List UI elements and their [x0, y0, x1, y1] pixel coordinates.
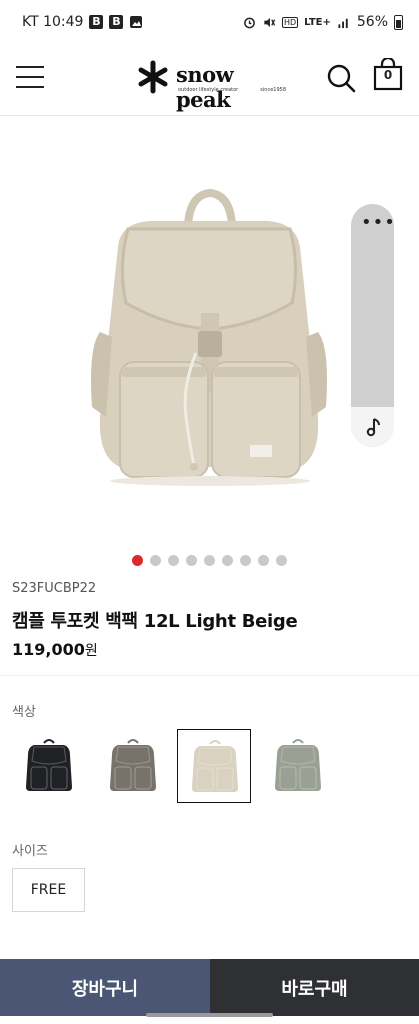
- more-dots-icon[interactable]: •••: [361, 214, 395, 232]
- pager-dot[interactable]: [132, 555, 143, 566]
- size-option-free[interactable]: FREE: [12, 868, 85, 912]
- pager-dot[interactable]: [168, 555, 179, 566]
- music-note-icon: [366, 418, 380, 437]
- brand-logo[interactable]: snow peak outdoor lifestyle creator sinc…: [136, 56, 286, 112]
- snowflake-logo-icon: [138, 60, 168, 94]
- hd-icon: HD: [281, 16, 299, 28]
- mute-icon: [264, 17, 276, 27]
- product-price: 119,000원: [12, 640, 98, 659]
- bottom-action-bar: 장바구니 바로구매: [0, 959, 419, 1016]
- pager-dot[interactable]: [276, 555, 287, 566]
- color-option-label: 색상: [12, 705, 36, 720]
- size-option-label: 사이즈: [12, 844, 48, 859]
- backpack-thumbnail: [275, 739, 321, 791]
- pager-dot[interactable]: [204, 555, 215, 566]
- battery-percent: 56%: [356, 14, 388, 30]
- backpack-thumbnail: [110, 739, 156, 791]
- network-type: LTE+: [304, 16, 331, 28]
- cart-button[interactable]: 0: [372, 56, 404, 92]
- pager-dot[interactable]: [186, 555, 197, 566]
- cart-count: 0: [383, 68, 393, 82]
- notification-b-icon: B: [89, 15, 104, 29]
- pager-dot[interactable]: [258, 555, 269, 566]
- status-bar: KT 10:49 B B HD LTE+ 56%: [0, 0, 419, 44]
- buy-now-button[interactable]: 바로구매: [210, 959, 419, 1016]
- alarm-icon: [244, 17, 255, 28]
- pager-dot[interactable]: [240, 555, 251, 566]
- backpack-thumbnail: [26, 739, 72, 791]
- color-swatch[interactable]: [96, 729, 170, 803]
- color-swatch[interactable]: [12, 729, 86, 803]
- backpack-thumbnail: [192, 740, 238, 792]
- notification-b-icon: B: [109, 15, 124, 29]
- signal-icon: [338, 18, 348, 28]
- floating-widget[interactable]: •••: [351, 204, 395, 447]
- divider: [0, 675, 419, 676]
- color-swatch[interactable]: [261, 729, 335, 803]
- pager-dot[interactable]: [150, 555, 161, 566]
- home-indicator[interactable]: [146, 1013, 273, 1017]
- brand-tagline: outdoor lifestyle creator since1958: [178, 87, 286, 93]
- battery-icon: [394, 14, 403, 30]
- menu-button[interactable]: [16, 66, 44, 90]
- search-icon[interactable]: [325, 62, 357, 94]
- carrier-time: KT 10:49: [22, 14, 84, 30]
- gallery-icon: [130, 16, 143, 28]
- pager-dot[interactable]: [222, 555, 233, 566]
- hamburger-icon: [16, 66, 44, 68]
- image-pager: [0, 555, 419, 566]
- color-swatches: [12, 729, 412, 804]
- color-swatch[interactable]: [177, 729, 251, 803]
- product-code: S23FUCBP22: [12, 581, 97, 596]
- product-name: 캠플 투포켓 백팩 12L Light Beige: [12, 611, 298, 632]
- app-header: snow peak outdoor lifestyle creator sinc…: [0, 44, 419, 116]
- add-to-cart-button[interactable]: 장바구니: [0, 959, 210, 1016]
